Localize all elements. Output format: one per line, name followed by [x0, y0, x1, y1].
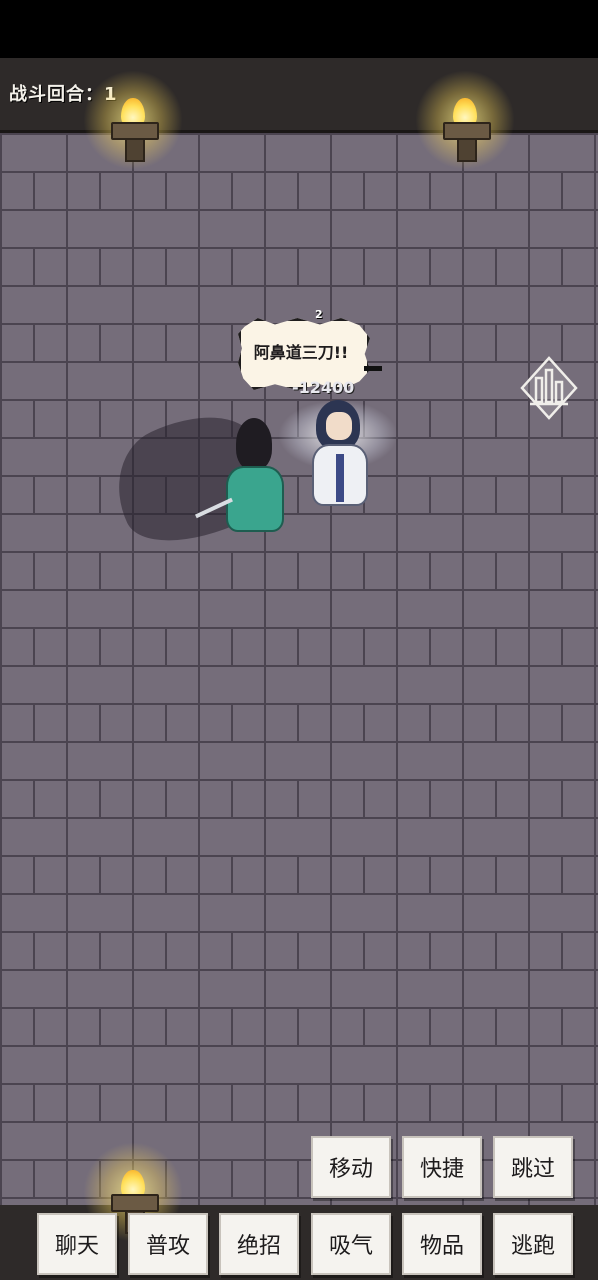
damage-number: -12400 — [292, 378, 355, 397]
normal-attack-button[interactable]: 普攻 — [128, 1213, 208, 1275]
speech-bubble-text: 阿鼻道三刀!! — [253, 343, 349, 362]
hp-bar — [364, 366, 382, 371]
torch-icon — [83, 70, 183, 170]
items-button[interactable]: 物品 — [402, 1213, 482, 1275]
ultimate-skill-button[interactable]: 绝招 — [219, 1213, 299, 1275]
status-bar-area — [0, 0, 598, 58]
enemy-character-white[interactable] — [278, 390, 398, 518]
skip-button[interactable]: 跳过 — [493, 1136, 573, 1198]
move-button[interactable]: 移动 — [311, 1136, 391, 1198]
bar-chart-icon[interactable] — [520, 356, 578, 420]
torch-icon — [415, 70, 515, 170]
battle-floor — [0, 133, 598, 1205]
player-character-green[interactable] — [195, 418, 284, 533]
speech-counter: 2 — [315, 308, 323, 321]
shortcut-button[interactable]: 快捷 — [402, 1136, 482, 1198]
chat-button[interactable]: 聊天 — [37, 1213, 117, 1275]
flee-button[interactable]: 逃跑 — [493, 1213, 573, 1275]
breathe-button[interactable]: 吸气 — [311, 1213, 391, 1275]
